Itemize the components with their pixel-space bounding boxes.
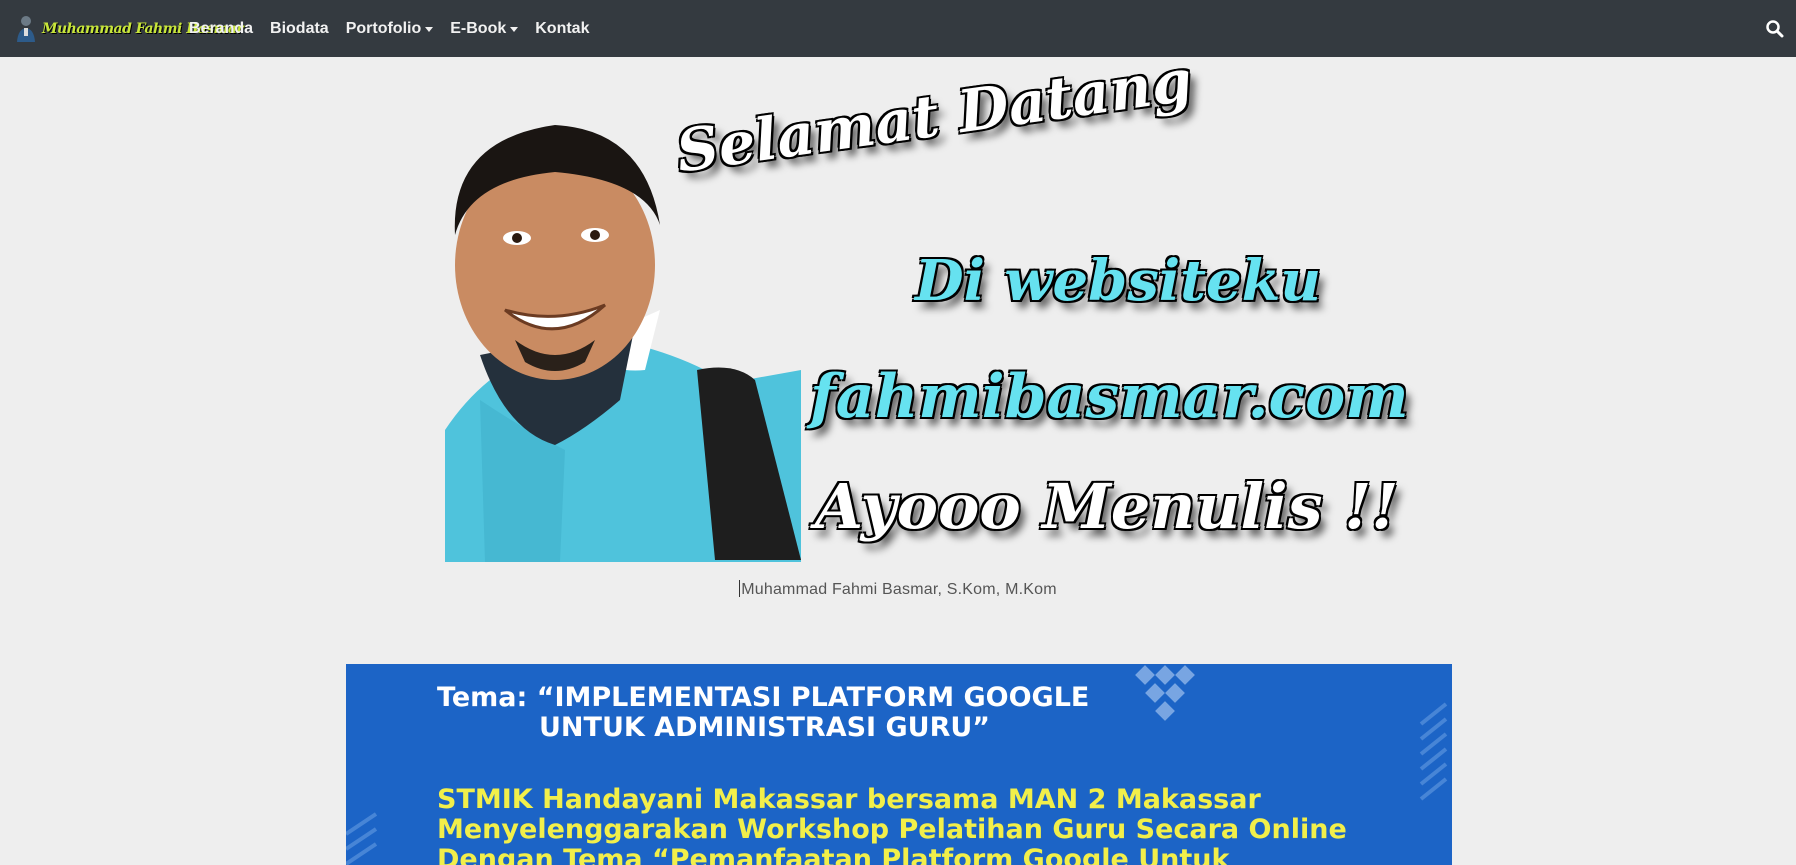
- nav-item-label: E-Book: [450, 19, 507, 37]
- search-icon[interactable]: [1765, 19, 1785, 39]
- banner-line: Menyelenggarakan Workshop Pelatihan Guru…: [437, 814, 1347, 845]
- welcome-line: Ayooo Menulis !!: [815, 470, 1399, 543]
- banner-line: STMIK Handayani Makassar bersama MAN 2 M…: [437, 784, 1261, 815]
- welcome-line: fahmibasmar.com: [810, 362, 1409, 432]
- nav-item-ebook[interactable]: E-Book: [450, 19, 519, 38]
- nav-item-label: Portofolio: [345, 19, 422, 37]
- caption-text: Muhammad Fahmi Basmar, S.Kom, M.Kom: [741, 581, 1057, 598]
- nav-item-beranda[interactable]: Beranda: [189, 20, 253, 38]
- top-navbar: Muhammad Fahmi Basmar Beranda Biodata Po…: [0, 0, 1796, 57]
- caret-down-icon: [510, 27, 519, 32]
- welcome-banner-image: Selamat Datang Di websiteku fahmibasmar.…: [445, 46, 1409, 562]
- image-caption: Muhammad Fahmi Basmar, S.Kom, M.Kom: [0, 580, 1796, 599]
- nav-item-kontak[interactable]: Kontak: [535, 20, 589, 38]
- nav-item-portofolio[interactable]: Portofolio: [346, 20, 434, 38]
- banner-line: Dengan Tema “Pemanfaatan Platform Google…: [437, 844, 1230, 865]
- workshop-banner-image[interactable]: Tema: “IMPLEMENTASI PLATFORM GOOGLE UNTU…: [346, 664, 1452, 865]
- brand-avatar-icon: [14, 14, 38, 44]
- caret-down-icon: [425, 27, 434, 32]
- nav-item-biodata[interactable]: Biodata: [270, 20, 329, 38]
- welcome-line: Di websiteku: [915, 248, 1322, 314]
- main-menu: Beranda Biodata Portofolio E-Book Kontak: [189, 0, 606, 57]
- welcome-line: Selamat Datang: [672, 46, 1196, 186]
- nav-item-label: Biodata: [270, 19, 329, 37]
- nav-item-label: Beranda: [189, 19, 254, 37]
- banner-line: Tema: “IMPLEMENTASI PLATFORM GOOGLE: [437, 682, 1090, 713]
- nav-item-label: Kontak: [535, 19, 590, 37]
- banner-line: UNTUK ADMINISTRASI GURU”: [539, 712, 991, 743]
